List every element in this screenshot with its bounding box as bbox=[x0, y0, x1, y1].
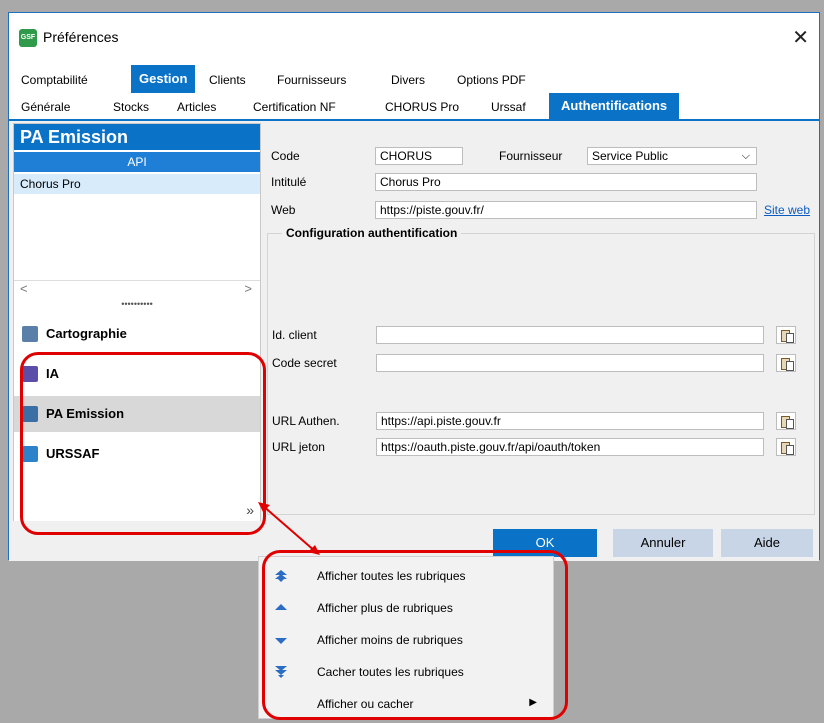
annotation-arrow bbox=[258, 502, 320, 555]
